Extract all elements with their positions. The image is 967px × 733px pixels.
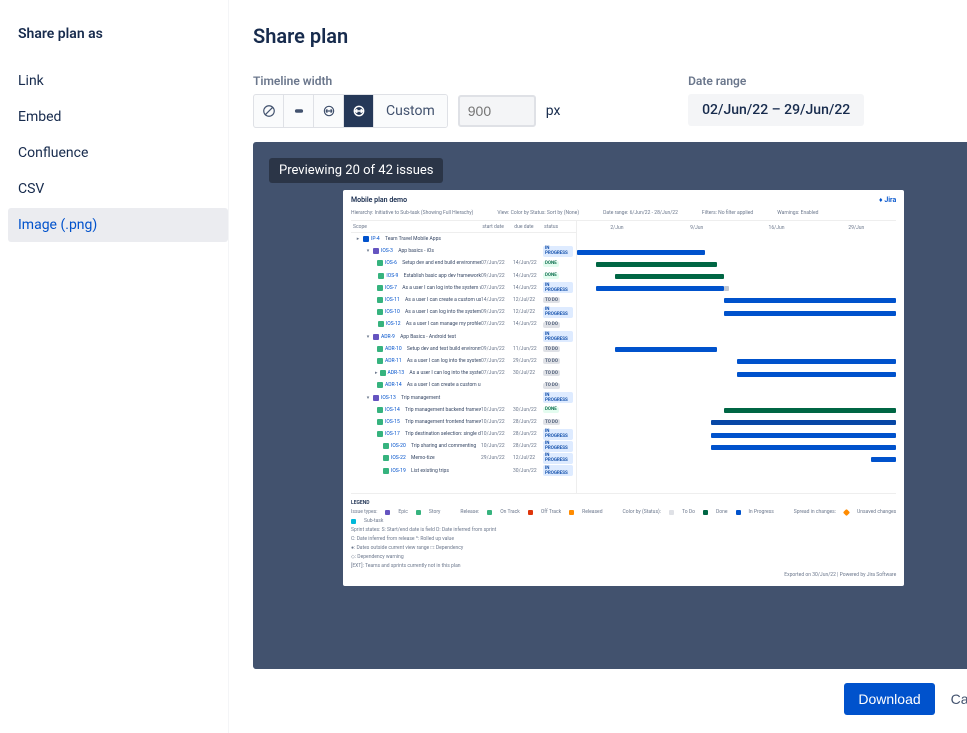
date-range-label: Date range	[688, 74, 864, 88]
page-title: Share plan	[253, 24, 967, 48]
sidebar-item-csv[interactable]: CSV	[8, 172, 228, 206]
table-row: ADR-11 As a user I can log into the syst…	[351, 355, 576, 367]
table-row: IOS-9 Establish basic app dev framework0…	[351, 270, 576, 282]
width-option-small-icon[interactable]	[284, 95, 314, 127]
table-row: IOS-10 As a user I can log into the syst…	[351, 306, 576, 318]
table-row: IOS-22 Memo-tize29/Jun/2212/Jul/22IN PRO…	[351, 452, 576, 464]
sub-filters: Filters: No filter applied	[702, 210, 753, 216]
sub-hierarchy: Hierarchy: Initiative to Sub-task (Showi…	[351, 210, 473, 216]
preview-badge: Previewing 20 of 42 issues	[269, 158, 443, 183]
plan-title: Mobile plan demo	[351, 196, 407, 204]
legend: LEGEND Issue types: Epic StoryRelease: O…	[351, 493, 896, 578]
sidebar-item-confluence[interactable]: Confluence	[8, 136, 228, 170]
sidebar-title: Share plan as	[8, 16, 228, 64]
sub-view: View: Color by Status: Sort by (None)	[497, 210, 579, 216]
timeline-width-group: Timeline width Custom px	[253, 74, 560, 128]
table-row: ▸IP-4 Team Travel Mobile Apps	[351, 233, 576, 245]
sidebar-item-embed[interactable]: Embed	[8, 100, 228, 134]
table-row: IOS-6 Setup dev and end build environmen…	[351, 257, 576, 269]
custom-width-input[interactable]	[458, 95, 536, 127]
table-row: ▸ADR-13 As a user I can log into the sys…	[351, 367, 576, 379]
width-option-none-icon[interactable]	[254, 95, 284, 127]
width-segmented-control: Custom	[253, 94, 448, 128]
sub-dates: Date range: 6/Jun/22 - 28/Jun/22	[603, 210, 678, 216]
download-button[interactable]: Download	[844, 683, 934, 715]
table-row: ADR-10 Setup dev and test build environm…	[351, 343, 576, 355]
table-row: ▾IOS-13 Trip managementIN PROGRESS	[351, 391, 576, 403]
table-row: ADR-14 As a user I can create a custom u…	[351, 379, 576, 391]
table-row: IOS-19 List existing trips30/Jun/22IN PR…	[351, 465, 576, 477]
table-row: IOS-15 Trip management frontend framewor…	[351, 416, 576, 428]
table-row: IOS-17 Trip destination selection: singl…	[351, 428, 576, 440]
preview-container: Previewing 20 of 42 issues Mobile plan d…	[253, 142, 967, 669]
table-row: ▾ADR-9 App Basics - Android testIN PROGR…	[351, 331, 576, 343]
table-row: ▾IOS-3 App basics - iOsIN PROGRESS	[351, 245, 576, 257]
date-range-group: Date range 02/Jun/22 – 29/Jun/22	[688, 74, 864, 126]
dialog-footer: Download Cancel	[253, 683, 967, 715]
sidebar-item-image[interactable]: Image (.png)	[8, 208, 228, 242]
px-label: px	[546, 103, 561, 119]
width-option-large-icon[interactable]	[344, 95, 374, 127]
sidebar: Share plan as Link Embed Confluence CSV …	[0, 0, 229, 733]
width-option-custom[interactable]: Custom	[374, 95, 447, 127]
width-option-medium-icon[interactable]	[314, 95, 344, 127]
main: Share plan Timeline width Custom px Date…	[229, 0, 967, 733]
cancel-button[interactable]: Cancel	[951, 691, 967, 707]
table-row: IOS-7 As a user I can log into the syste…	[351, 282, 576, 294]
sub-warnings: Warnings: Enabled	[777, 210, 818, 216]
sidebar-item-link[interactable]: Link	[8, 64, 228, 98]
table-row: IOS-14 Trip management backend framework…	[351, 404, 576, 416]
date-range-value[interactable]: 02/Jun/22 – 29/Jun/22	[688, 94, 864, 126]
table-row: IOS-11 As a user I can create a custom u…	[351, 294, 576, 306]
controls-row: Timeline width Custom px Date range 02/J…	[253, 74, 967, 128]
timeline-width-label: Timeline width	[253, 74, 560, 88]
table-row: IOS-20 Trip sharing and commenting10/Jun…	[351, 440, 576, 452]
table-row: IOS-12 As a user I can manage my profile…	[351, 318, 576, 330]
jira-logo: ♦ Jira	[879, 196, 896, 204]
preview-image: Mobile plan demo ♦ Jira Hierarchy: Initi…	[343, 190, 904, 586]
